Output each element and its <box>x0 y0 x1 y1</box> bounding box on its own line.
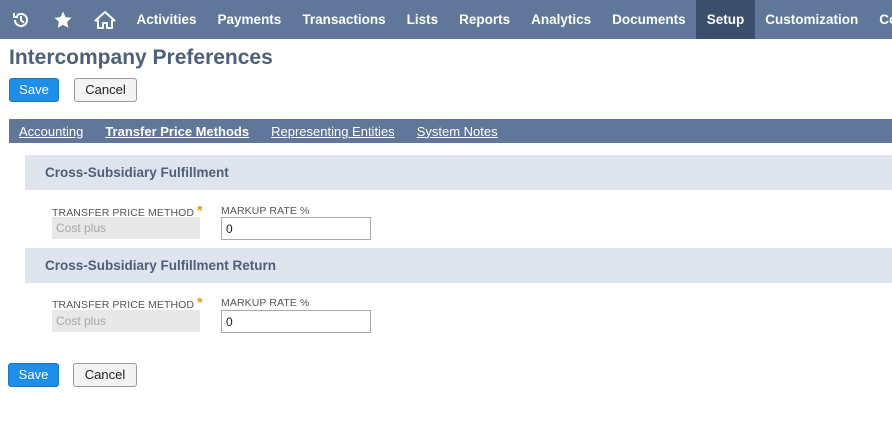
nav-item-reports[interactable]: Reports <box>449 0 521 39</box>
nav-item-co[interactable]: Co <box>869 0 892 39</box>
tab-transfer-price-methods[interactable]: Transfer Price Methods <box>105 124 249 139</box>
history-icon[interactable] <box>0 0 42 39</box>
transfer-price-method-field: Cost plus <box>52 217 200 239</box>
tab-accounting[interactable]: Accounting <box>19 124 83 139</box>
star-icon[interactable] <box>42 0 84 39</box>
page-title: Intercompany Preferences <box>9 46 273 69</box>
markup-rate-label: MARKUP RATE % <box>221 297 310 309</box>
nav-item-payments[interactable]: Payments <box>207 0 292 39</box>
transfer-price-method-field: Cost plus <box>52 310 200 332</box>
save-button-bottom[interactable]: Save <box>8 363 59 387</box>
nav-item-setup[interactable]: Setup <box>696 0 755 39</box>
cancel-button-top[interactable]: Cancel <box>74 78 137 102</box>
subtab-bar: Accounting Transfer Price Methods Repres… <box>9 119 892 143</box>
nav-item-customization[interactable]: Customization <box>755 0 869 39</box>
markup-rate-input[interactable] <box>221 310 371 333</box>
home-icon[interactable] <box>84 0 126 39</box>
nav-item-transactions[interactable]: Transactions <box>292 0 396 39</box>
nav-item-analytics[interactable]: Analytics <box>521 0 602 39</box>
save-button-top[interactable]: Save <box>9 78 59 102</box>
transfer-price-method-label: TRANSFER PRICE METHOD * <box>52 294 203 311</box>
markup-rate-label: MARKUP RATE % <box>221 205 310 217</box>
required-marker: * <box>197 294 203 310</box>
top-navigation: Activities Payments Transactions Lists R… <box>0 0 892 39</box>
tab-system-notes[interactable]: System Notes <box>417 124 498 139</box>
tab-representing-entities[interactable]: Representing Entities <box>271 124 395 139</box>
required-marker: * <box>197 202 203 218</box>
section-header-fulfillment: Cross-Subsidiary Fulfillment <box>25 155 892 190</box>
nav-item-documents[interactable]: Documents <box>602 0 697 39</box>
markup-rate-input[interactable] <box>221 217 371 240</box>
cancel-button-bottom[interactable]: Cancel <box>73 363 137 387</box>
nav-item-lists[interactable]: Lists <box>396 0 449 39</box>
section-header-fulfillment-return: Cross-Subsidiary Fulfillment Return <box>25 248 892 283</box>
nav-item-activities[interactable]: Activities <box>126 0 207 39</box>
